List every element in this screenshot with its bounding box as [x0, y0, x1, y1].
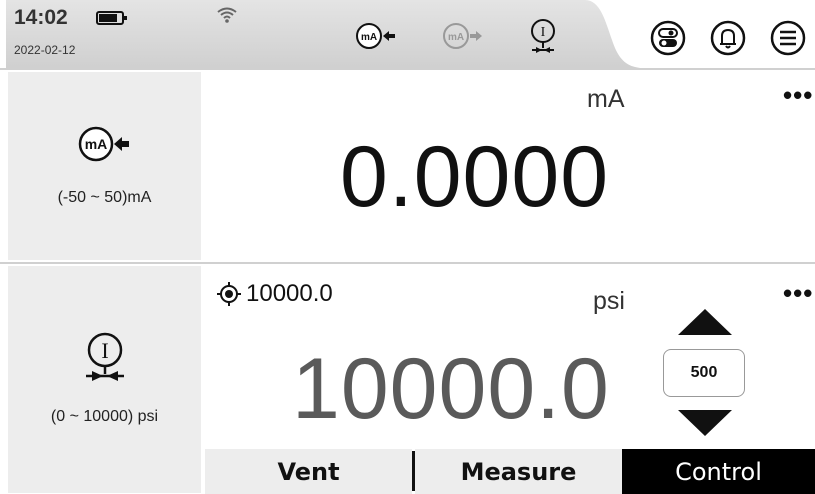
svg-text:I: I	[101, 338, 108, 363]
svg-text:mA: mA	[361, 32, 377, 43]
pressure-controller-icon[interactable]: I	[528, 18, 558, 54]
decrease-arrow-icon[interactable]	[676, 408, 734, 438]
increase-arrow-icon[interactable]	[676, 307, 734, 337]
svg-text:mA: mA	[85, 136, 108, 152]
toggle-icon[interactable]	[650, 20, 686, 56]
tab-control[interactable]: Control	[622, 449, 815, 494]
date: 2022-02-12	[14, 43, 76, 57]
battery-icon	[96, 11, 127, 25]
mode-tabs: Vent Measure Control	[205, 449, 815, 494]
channel2-more-button[interactable]: •••	[783, 278, 813, 309]
menu-icon[interactable]	[770, 20, 806, 56]
bell-icon[interactable]	[710, 20, 746, 56]
channel1-value: 0.0000	[340, 129, 610, 225]
channel1-function-panel[interactable]: mA (-50 ~ 50)mA	[8, 72, 201, 260]
channel1-range: (-50 ~ 50)mA	[57, 189, 152, 206]
setpoint-value: 10000.0	[246, 280, 333, 307]
channel2-value: 10000.0	[292, 341, 610, 437]
step-size-box[interactable]: 500	[663, 349, 745, 397]
pressure-controller-icon: I	[86, 332, 124, 381]
channel1-unit: mA	[587, 85, 625, 113]
divider	[0, 262, 815, 264]
svg-text:mA: mA	[448, 32, 464, 43]
tab-measure[interactable]: Measure	[415, 449, 622, 494]
status-bar: 14:02 2022-02-12 mA mA I	[0, 0, 815, 70]
channel1-more-button[interactable]: •••	[783, 80, 813, 111]
clock: 14:02	[14, 6, 68, 29]
svg-text:I: I	[541, 25, 546, 40]
tab-vent[interactable]: Vent	[205, 449, 412, 494]
target-icon	[217, 282, 241, 306]
channel2-unit: psi	[593, 287, 625, 315]
ma-measure-icon[interactable]: mA	[442, 22, 484, 50]
wifi-icon	[217, 7, 237, 23]
ma-source-icon: mA	[78, 126, 129, 162]
channel2-range: (0 ~ 10000) psi	[50, 408, 159, 425]
channel2-function-panel[interactable]: I (0 ~ 10000) psi	[8, 266, 201, 493]
ma-source-icon[interactable]: mA	[355, 22, 397, 50]
channel2-setpoint[interactable]: 10000.0	[216, 280, 333, 308]
